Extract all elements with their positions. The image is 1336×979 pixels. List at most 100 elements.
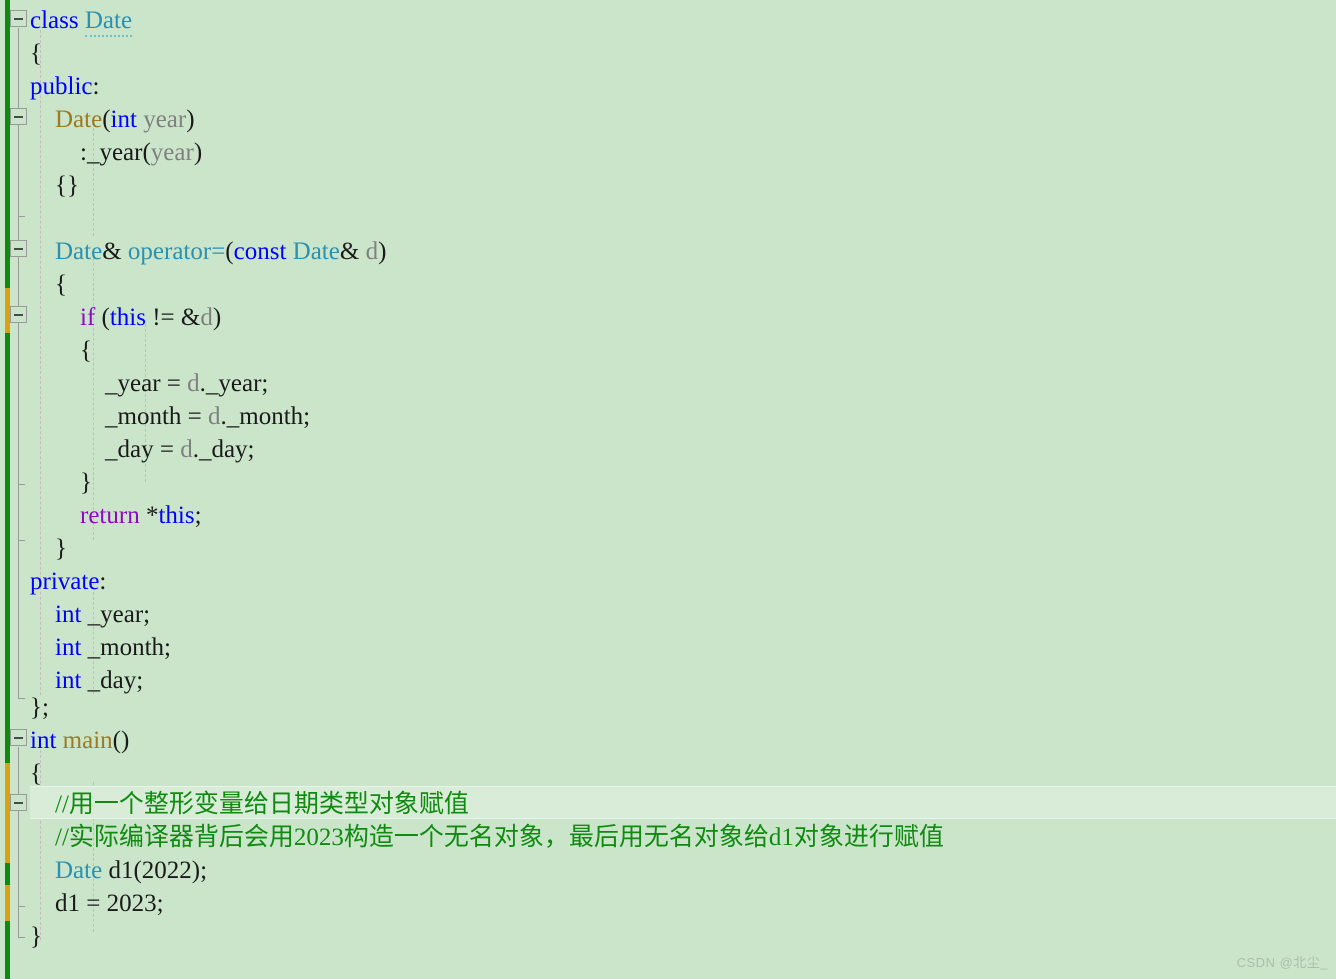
code-token: return [80,502,140,529]
code-token: d1( [102,857,142,884]
code-line[interactable]: { [30,334,92,367]
code-line[interactable]: if (this != &d) [30,301,221,334]
code-token: : [99,568,107,595]
code-token: :_year( [30,139,151,166]
code-line[interactable]: { [30,757,42,790]
code-token: d [208,403,221,430]
code-token: { [30,40,42,67]
code-token: 2022 [141,857,192,884]
code-line[interactable]: :_year(year) [30,136,202,169]
code-token: 2023 [106,890,157,917]
code-token: public [30,73,93,100]
code-token: & [339,238,366,265]
code-line[interactable]: //实际编译器背后会用2023构造一个无名对象，最后用无名对象给d1对象进行赋值 [30,821,944,854]
code-token: d [187,370,200,397]
code-line[interactable]: public: [30,70,99,103]
code-token: ; [194,502,202,529]
code-token: ( [102,106,111,133]
code-token: _day; [81,667,144,694]
code-token: class [30,7,79,34]
code-line[interactable]: _year = d._year; [30,367,268,400]
code-line[interactable]: }; [30,691,49,724]
code-token: int [30,727,57,754]
code-token: ._year; [199,370,269,397]
code-editor[interactable]: class Date{public: Date(int year) :_year… [0,0,1336,979]
code-token: ); [191,857,208,884]
code-token: & [102,238,128,265]
code-token: _year; [81,601,151,628]
code-token: _month = [30,403,208,430]
code-token: d [180,436,193,463]
code-token: int [55,601,82,628]
code-line[interactable]: { [30,37,42,70]
code-token: int [55,634,82,661]
code-line[interactable]: int main() [30,724,129,757]
code-token: ) [186,106,195,133]
code-line[interactable]: private: [30,565,106,598]
code-token: Date [84,7,133,37]
code-token: //用一个整形变量给日期类型对象赋值 [30,791,469,818]
code-token: ; [156,890,164,917]
code-token: d [200,304,213,331]
code-line[interactable]: } [30,920,42,953]
code-token: } [30,469,92,496]
code-line[interactable]: //用一个整形变量给日期类型对象赋值 [30,788,469,821]
code-token: Date [55,106,103,133]
code-line[interactable]: Date& operator=(const Date& d) [30,235,386,268]
code-token: _month; [81,634,171,661]
code-token: this [109,304,146,331]
code-token: ( [225,238,234,265]
code-token: ( [95,304,110,331]
code-line[interactable]: _day = d._day; [30,433,255,466]
code-text-surface[interactable]: class Date{public: Date(int year) :_year… [0,0,1336,979]
code-token: Date [55,238,103,265]
code-token: { [30,760,42,787]
code-token: * [139,502,159,529]
code-token: ) [193,139,203,166]
code-line[interactable]: } [30,466,92,499]
code-token: {} [30,172,79,199]
code-line[interactable]: {} [30,169,79,202]
code-token: const [233,238,287,265]
code-line[interactable]: _month = d._month; [30,400,310,433]
code-line[interactable]: int _year; [30,598,150,631]
code-token: operator= [127,238,226,265]
code-token: : [92,73,100,100]
code-token: { [30,337,92,364]
code-token: () [112,727,130,754]
code-token: this [158,502,195,529]
code-token: private [30,568,100,595]
code-line[interactable]: int _month; [30,631,171,664]
code-token: main [62,727,113,754]
code-token: ._month; [220,403,311,430]
code-token: != & [145,304,201,331]
code-token: year [143,106,187,133]
code-token: ) [378,238,387,265]
code-token: _year = [30,370,188,397]
code-line[interactable]: } [30,532,67,565]
code-token: ._day; [192,436,255,463]
code-line[interactable]: class Date [30,4,133,37]
code-token: if [80,304,96,331]
code-token: { [30,271,67,298]
code-token: year [150,139,194,166]
code-token: }; [30,694,49,721]
code-token: ) [212,304,222,331]
code-line[interactable]: { [30,268,67,301]
code-line[interactable]: Date(int year) [30,103,195,136]
code-line[interactable]: Date d1(2022); [30,854,207,887]
code-token: Date [292,238,340,265]
watermark-label: CSDN @北尘_ [1236,955,1328,970]
code-token: } [30,535,67,562]
code-line[interactable]: return *this; [30,499,202,532]
code-line[interactable]: d1 = 2023; [30,887,164,920]
code-token: } [30,923,42,950]
code-token: int [110,106,137,133]
